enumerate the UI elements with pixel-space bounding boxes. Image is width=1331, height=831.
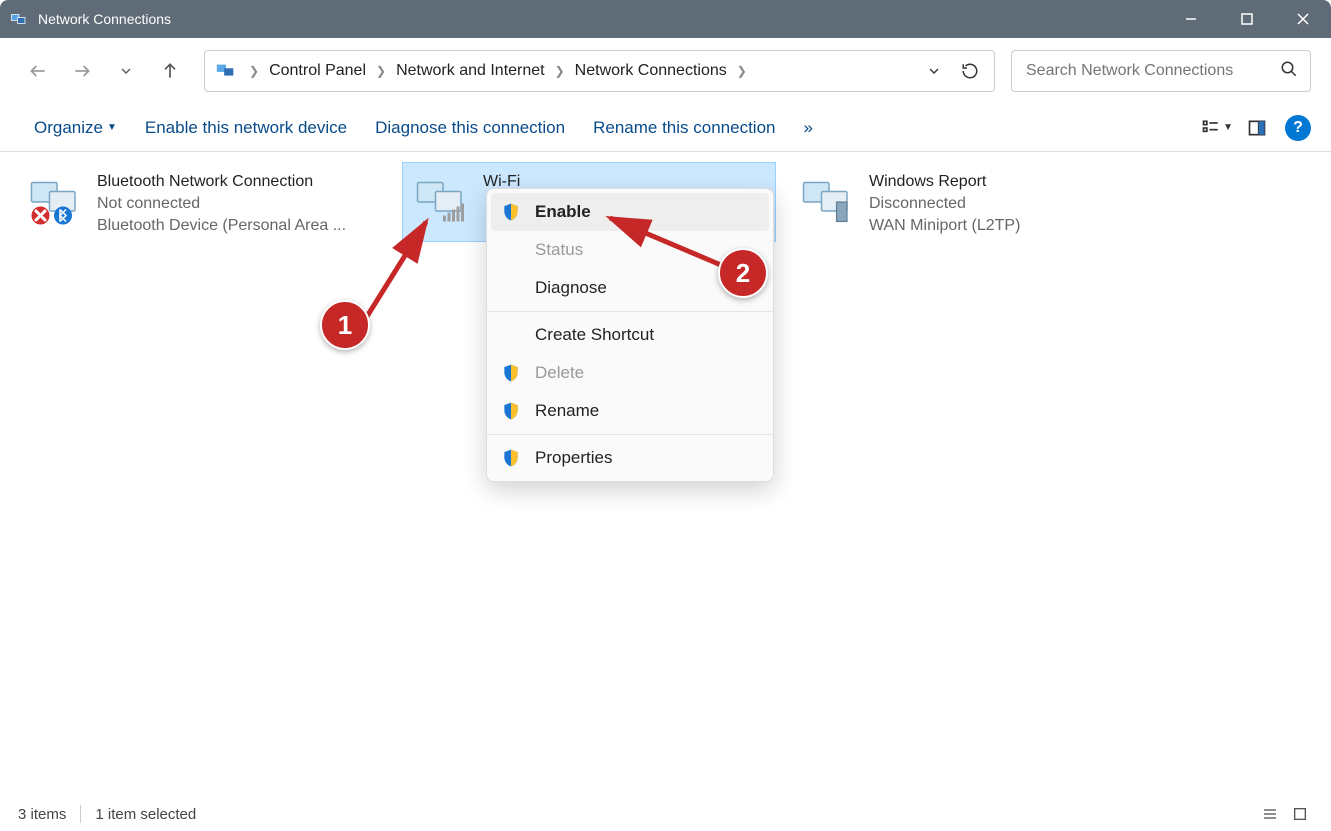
enable-device-button[interactable]: Enable this network device	[131, 112, 361, 144]
connection-status: Disconnected	[869, 193, 1020, 215]
preview-pane-button[interactable]	[1241, 112, 1273, 144]
context-menu-properties[interactable]: Properties	[487, 439, 773, 477]
shield-icon	[501, 401, 521, 421]
address-dropdown-button[interactable]	[916, 53, 952, 89]
address-bar[interactable]: ❯ Control Panel ❯ Network and Internet ❯…	[204, 50, 995, 92]
breadcrumb-network-connections[interactable]: Network Connections	[571, 58, 731, 84]
context-menu-delete: Delete	[487, 354, 773, 392]
diagnose-connection-button[interactable]: Diagnose this connection	[361, 112, 579, 144]
separator	[80, 805, 81, 823]
shield-icon	[501, 363, 521, 383]
status-bar: 3 items 1 item selected	[0, 797, 1331, 831]
overflow-button[interactable]: »	[789, 112, 826, 144]
network-adapter-icon	[793, 167, 865, 237]
up-button[interactable]	[152, 53, 188, 89]
status-selected-count: 1 item selected	[95, 806, 196, 823]
rename-connection-button[interactable]: Rename this connection	[579, 112, 789, 144]
search-input[interactable]	[1024, 61, 1280, 81]
organize-button[interactable]: Organize▼	[20, 112, 131, 144]
menu-separator	[487, 434, 773, 435]
chevron-right-icon[interactable]: ❯	[731, 64, 753, 78]
maximize-button[interactable]	[1219, 0, 1275, 38]
search-icon[interactable]	[1280, 60, 1298, 83]
breadcrumb-control-panel[interactable]: Control Panel	[265, 58, 370, 84]
app-icon	[10, 10, 28, 28]
connection-item-bluetooth[interactable]: Bluetooth Network Connection Not connect…	[16, 162, 390, 242]
context-menu-enable[interactable]: Enable	[491, 193, 769, 231]
annotation-badge-1: 1	[320, 300, 370, 350]
chevron-right-icon[interactable]: ❯	[243, 64, 265, 78]
connection-item-windows-report[interactable]: Windows Report Disconnected WAN Miniport…	[788, 162, 1162, 242]
shield-icon	[501, 202, 521, 222]
command-bar: Organize▼ Enable this network device Dia…	[0, 104, 1331, 152]
caret-down-icon: ▼	[1223, 122, 1233, 133]
chevron-right-icon[interactable]: ❯	[549, 64, 571, 78]
context-menu-create-shortcut[interactable]: Create Shortcut	[487, 316, 773, 354]
shield-icon	[501, 448, 521, 468]
content-area: Bluetooth Network Connection Not connect…	[0, 152, 1331, 797]
menu-separator	[487, 311, 773, 312]
connection-name: Bluetooth Network Connection	[97, 171, 346, 193]
help-button[interactable]: ?	[1285, 115, 1311, 141]
view-options-button[interactable]: ▼	[1201, 112, 1233, 144]
recent-locations-button[interactable]	[108, 53, 144, 89]
connection-detail: Bluetooth Device (Personal Area ...	[97, 215, 346, 237]
close-button[interactable]	[1275, 0, 1331, 38]
navigation-row: ❯ Control Panel ❯ Network and Internet ❯…	[0, 38, 1331, 104]
search-box[interactable]	[1011, 50, 1311, 92]
large-icons-view-button[interactable]	[1287, 803, 1313, 825]
location-icon	[215, 60, 237, 82]
caret-down-icon: ▼	[107, 122, 117, 133]
status-item-count: 3 items	[18, 806, 66, 823]
connection-name: Windows Report	[869, 171, 1020, 193]
connection-detail: WAN Miniport (L2TP)	[869, 215, 1020, 237]
title-bar: Network Connections	[0, 0, 1331, 38]
breadcrumb-network-internet[interactable]: Network and Internet	[392, 58, 549, 84]
details-view-button[interactable]	[1257, 803, 1283, 825]
back-button[interactable]	[20, 53, 56, 89]
window-title: Network Connections	[38, 11, 171, 27]
refresh-button[interactable]	[952, 53, 988, 89]
annotation-badge-2: 2	[718, 248, 768, 298]
forward-button[interactable]	[64, 53, 100, 89]
context-menu: Enable Status Diagnose Create Shortcut D…	[486, 188, 774, 482]
context-menu-rename[interactable]: Rename	[487, 392, 773, 430]
minimize-button[interactable]	[1163, 0, 1219, 38]
network-adapter-icon	[407, 167, 479, 237]
chevron-right-icon[interactable]: ❯	[370, 64, 392, 78]
connection-status: Not connected	[97, 193, 346, 215]
network-adapter-icon	[21, 167, 93, 237]
